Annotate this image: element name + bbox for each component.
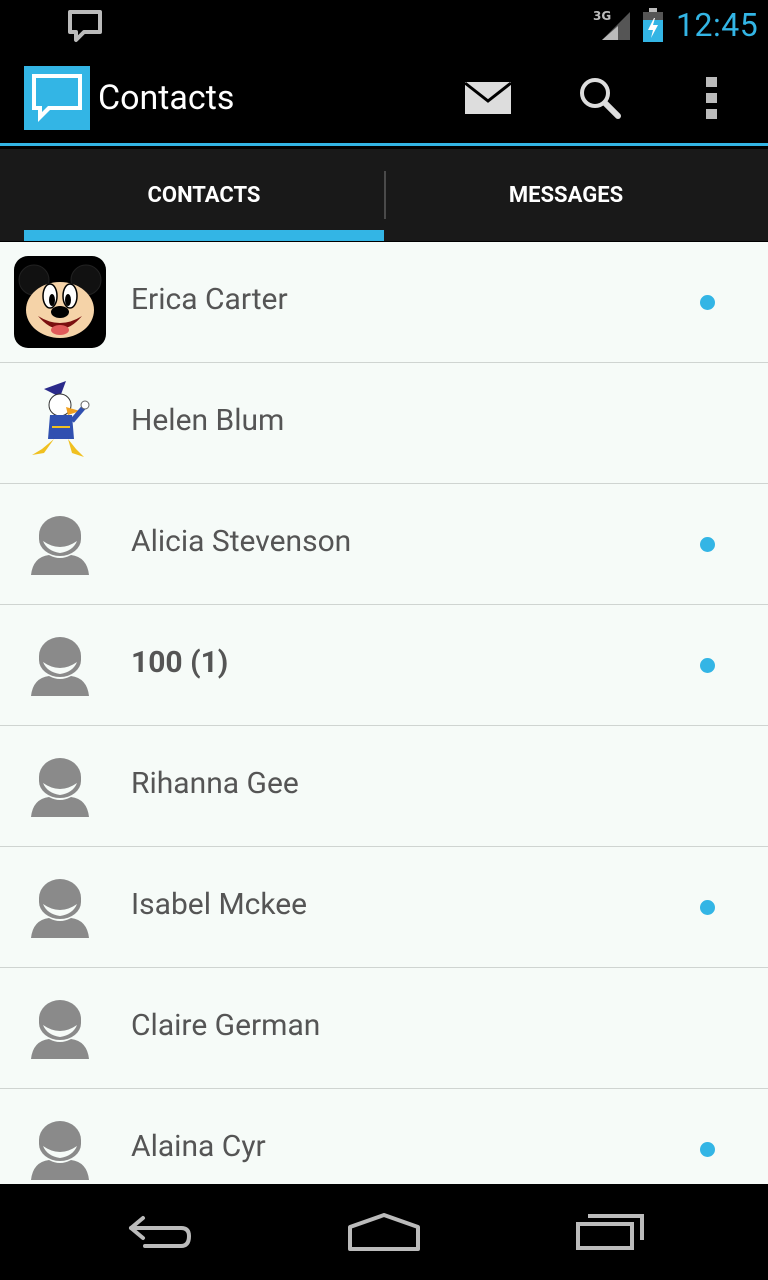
app-title: Contacts [98,78,235,118]
contact-name: Helen Blum [131,403,285,438]
default-person-icon [31,1000,89,1059]
battery-charging-icon [643,8,663,42]
default-person-icon [31,879,89,938]
overflow-menu-button[interactable] [682,70,742,126]
contact-name: Alicia Stevenson [131,524,352,559]
search-icon [580,78,621,119]
contact-row[interactable]: 100 (1) [0,605,768,726]
contact-list[interactable]: Erica Carter Helen Blum Alicia Stevenson… [0,242,768,1184]
avatar [14,861,106,953]
contact-row[interactable]: Erica Carter [0,242,768,363]
status-bar: 3G 12:45 [0,0,768,50]
contact-name: Claire German [131,1008,321,1043]
unread-indicator [700,295,715,310]
recent-apps-button[interactable] [562,1206,658,1258]
home-icon [348,1213,420,1251]
back-icon [129,1216,192,1248]
network-type-label: 3G [593,9,611,23]
contact-row[interactable]: Rihanna Gee [0,726,768,847]
unread-indicator [700,537,715,552]
mickey-avatar-icon [14,256,106,348]
contact-row[interactable]: Alaina Cyr [0,1089,768,1184]
unread-indicator [700,658,715,673]
selected-tab-indicator [24,230,384,241]
avatar [14,256,106,348]
home-button[interactable] [336,1206,432,1258]
unread-indicator [700,1142,715,1157]
contact-name: 100 (1) [131,645,229,680]
default-person-icon [31,637,89,696]
chat-notification-icon [68,10,102,42]
contact-name: Rihanna Gee [131,766,299,801]
default-person-icon [31,1121,89,1180]
contact-name: Isabel Mckee [131,887,308,922]
unread-indicator [700,900,715,915]
recent-apps-icon [576,1214,644,1250]
overflow-menu-icon [706,77,717,119]
donald-avatar-icon [32,381,90,457]
tab-messages[interactable]: MESSAGES [386,149,746,242]
clock: 12:45 [676,6,759,44]
tab-contacts[interactable]: CONTACTS [24,149,384,242]
contact-row[interactable]: Claire German [0,968,768,1089]
mail-icon [464,81,512,114]
tab-bar: CONTACTS MESSAGES [0,149,768,242]
default-person-icon [31,516,89,575]
avatar [14,1103,106,1184]
contact-row[interactable]: Alicia Stevenson [0,484,768,605]
compose-message-button[interactable] [458,70,518,126]
signal-3g-icon: 3G [593,9,630,40]
action-bar: Contacts [0,50,768,146]
back-button[interactable] [112,1206,208,1258]
default-person-icon [31,758,89,817]
contact-row[interactable]: Isabel Mckee [0,847,768,968]
contact-name: Erica Carter [131,282,288,317]
avatar [14,982,106,1074]
avatar [14,377,106,469]
contact-row[interactable]: Helen Blum [0,363,768,484]
search-button[interactable] [570,70,630,126]
avatar [14,498,106,590]
avatar [14,740,106,832]
app-logo-icon[interactable] [24,66,90,130]
contact-name: Alaina Cyr [131,1129,266,1164]
avatar [14,619,106,711]
navigation-bar [0,1184,768,1280]
